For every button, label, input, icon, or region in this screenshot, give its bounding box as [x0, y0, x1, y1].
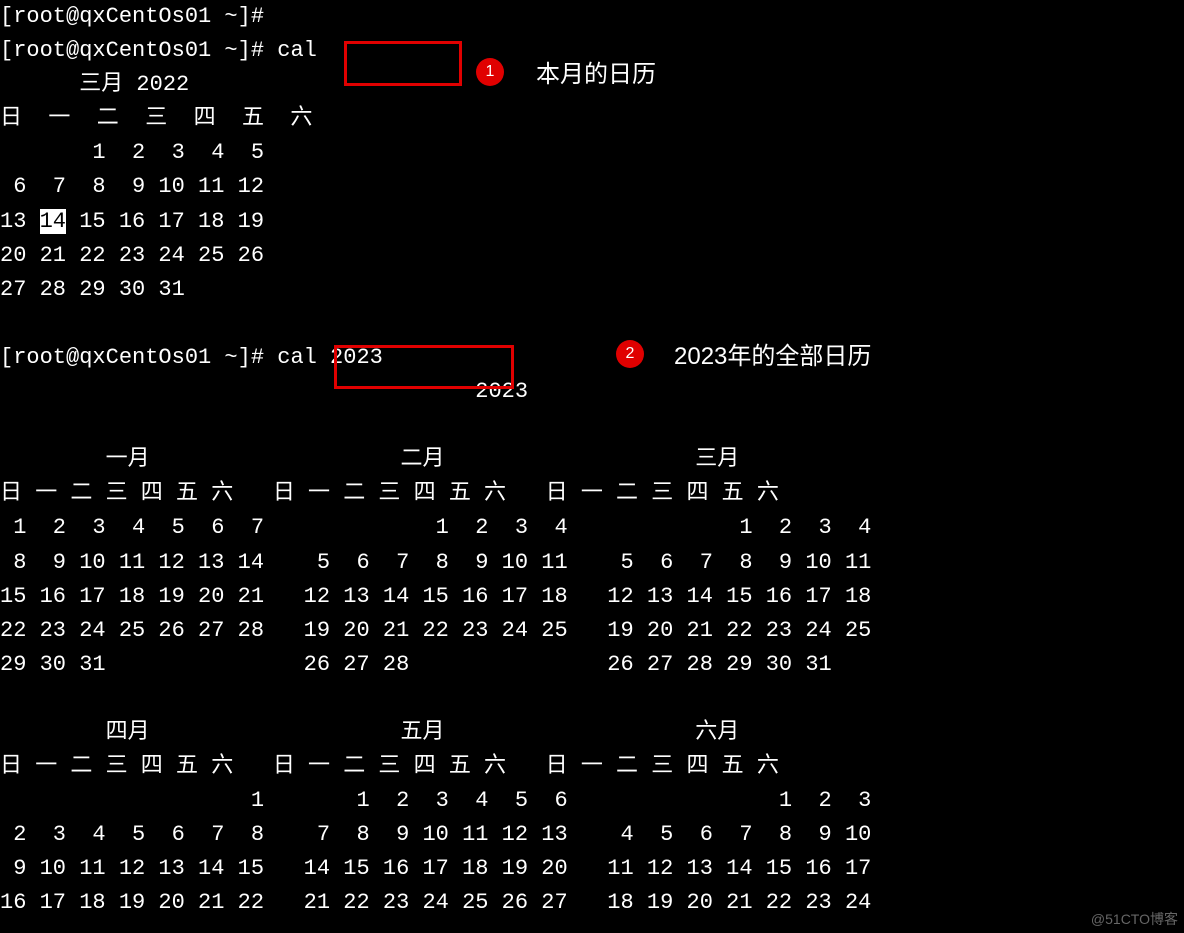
annotation-badge-1: 1 — [476, 58, 504, 86]
terminal-output: [root@qxCentOs01 ~]# [root@qxCentOs01 ~]… — [0, 0, 1184, 921]
highlight-box-cmd2 — [334, 345, 514, 389]
annotation-badge-2: 2 — [616, 340, 644, 368]
highlight-box-cmd1 — [344, 41, 462, 86]
annotation-text-2: 2023年的全部日历 — [674, 338, 871, 375]
annotation-text-1: 本月的日历 — [536, 56, 656, 93]
watermark: @51CTO博客 — [1091, 909, 1178, 931]
